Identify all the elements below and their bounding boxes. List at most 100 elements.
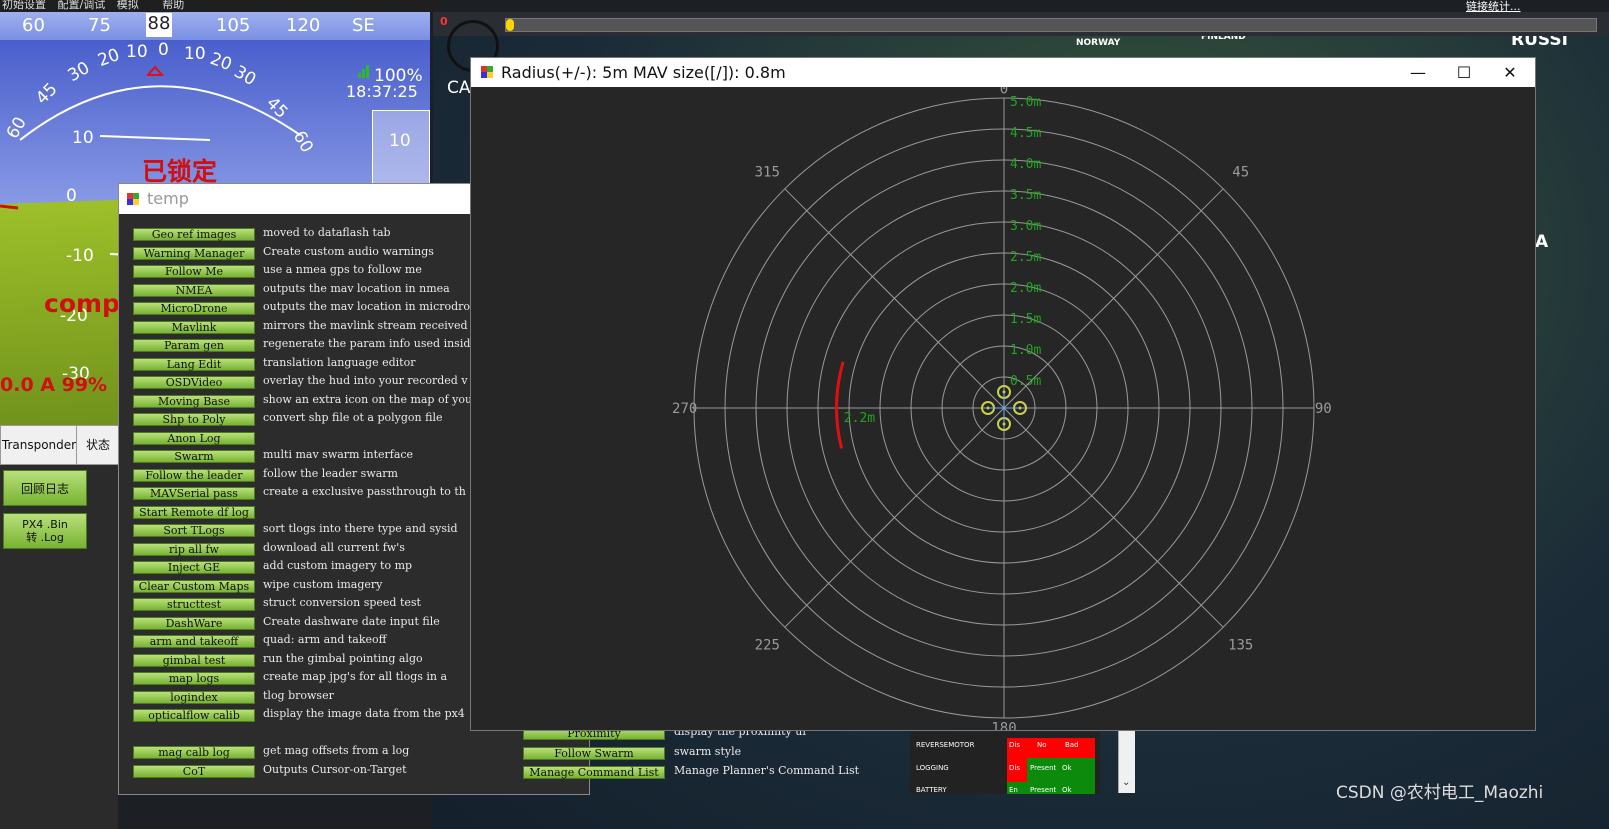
map-label-a: A <box>1535 232 1549 252</box>
menu-help[interactable]: 帮助 <box>162 0 184 11</box>
watermark: CSDN @农村电工_Maozhi <box>1336 783 1544 803</box>
range-ring-label: 4.0m <box>1010 157 1041 172</box>
px4-bin-to-log-button[interactable]: PX4 .Bin 转 .Log <box>3 513 87 549</box>
heading-tick: 120 <box>286 15 321 36</box>
bearing-label: 270 <box>672 401 697 417</box>
close-icon[interactable]: ✕ <box>1487 58 1533 87</box>
tool-button[interactable]: Mavlink <box>133 320 255 334</box>
bearing-label: 315 <box>755 164 780 180</box>
status-cell: Dis <box>1009 764 1020 772</box>
tool-button[interactable]: Warning Manager <box>133 246 255 260</box>
roll-pointer-icon <box>145 65 165 76</box>
bearing-spoke <box>784 188 1005 409</box>
roll-label: 10 <box>126 42 148 62</box>
range-ring-label: 3.5m <box>1010 188 1041 203</box>
tool-button[interactable]: map logs <box>133 672 255 685</box>
tool-button[interactable]: Swarm <box>133 450 255 463</box>
status-cell: En <box>1009 786 1018 794</box>
scroll-down-icon[interactable]: ⌄ <box>1122 777 1130 788</box>
tool-button[interactable]: Param gen <box>133 339 255 352</box>
tab-transponder[interactable]: Transponder <box>0 425 78 465</box>
roll-arc-line <box>19 85 301 141</box>
px4-button-line1: PX4 .Bin <box>22 518 68 531</box>
pitch-label: 10 <box>72 128 94 148</box>
tool-button[interactable]: Sort TLogs <box>133 524 255 537</box>
bearing-spoke <box>1003 407 1224 628</box>
comp-warning: comp <box>44 289 120 318</box>
bearing-label: 135 <box>1228 638 1253 654</box>
obstacle-arc <box>835 361 845 449</box>
bearing-label: 45 <box>1232 164 1249 180</box>
tool-button[interactable]: Follow the leader <box>133 468 255 482</box>
status-cell: No <box>1037 741 1047 749</box>
status-cell: Ok <box>1062 764 1072 772</box>
tool-button[interactable]: Geo ref images <box>133 228 255 241</box>
status-cell: Present <box>1030 786 1057 794</box>
heading-tick: 105 <box>216 15 251 36</box>
tool-button[interactable]: CoT <box>133 764 255 778</box>
vertical-scrollbar[interactable]: ⌄ <box>1118 729 1135 793</box>
tool-button[interactable]: NMEA <box>133 283 255 297</box>
range-ring-label: 2.5m <box>1010 250 1041 265</box>
tab-status[interactable]: 状态 <box>76 425 120 465</box>
status-row-name: LOGGING <box>916 764 949 772</box>
menu-simulation[interactable]: 模拟 <box>117 0 139 11</box>
zoom-slider[interactable] <box>505 18 1597 32</box>
range-ring-label: 5.0m <box>1010 95 1041 110</box>
px4-button-line2: 转 .Log <box>26 531 64 544</box>
bearing-label: 0 <box>1000 87 1008 98</box>
menu-bar: 初始设置 配置/调试 模拟 帮助 <box>0 0 440 12</box>
minimize-icon[interactable]: — <box>1395 58 1441 87</box>
radius-window-title: Radius(+/-): 5m MAV size([/]): 0.8m <box>501 63 786 82</box>
tool-button[interactable]: opticalflow calib <box>133 709 255 722</box>
range-ring-label: 4.5m <box>1010 126 1041 141</box>
range-ring-label: 1.0m <box>1010 343 1041 358</box>
tool-button[interactable]: DashWare <box>133 616 255 630</box>
status-cell-bad <box>1007 738 1095 758</box>
tool-button[interactable]: Follow Me <box>133 265 255 278</box>
tool-button[interactable]: Start Remote df log <box>133 505 255 519</box>
heading-tape: 60 75 105 120 SE 88 <box>0 12 430 40</box>
window-app-icon <box>481 66 493 78</box>
menu-config[interactable]: 配置/调试 <box>58 0 106 11</box>
tool-button[interactable]: rip all fw <box>133 542 255 556</box>
tool-button[interactable]: Moving Base <box>133 394 255 408</box>
status-cell: Ok <box>1062 786 1072 794</box>
status-cell: Bad <box>1065 741 1079 749</box>
range-ring-label: 3.0m <box>1010 219 1041 234</box>
tool-button[interactable]: Follow Swarm <box>523 746 665 760</box>
tool-button[interactable]: arm and takeoff <box>133 635 255 648</box>
tool-button[interactable]: MAVSerial pass <box>133 487 255 500</box>
status-row-name: REVERSEMOTOR <box>916 741 975 749</box>
menu-initial-setup[interactable]: 初始设置 <box>2 0 46 11</box>
zoom-slider-thumb[interactable] <box>506 19 514 31</box>
bearing-label: 180 <box>991 720 1016 730</box>
prearm-status-table: REVERSEMOTOR Dis No Bad LOGGING Dis Pres… <box>910 732 1100 794</box>
maximize-icon[interactable]: ☐ <box>1441 58 1487 87</box>
tool-button[interactable]: Shp to Poly <box>133 413 255 426</box>
horizon-marker <box>0 204 19 210</box>
pitch-line <box>99 135 211 141</box>
tool-button[interactable]: gimbal test <box>133 653 255 667</box>
radius-window-titlebar[interactable]: Radius(+/-): 5m MAV size([/]): 0.8m — ☐ … <box>471 58 1535 87</box>
range-ring-label: 2.0m <box>1010 281 1041 296</box>
tool-button[interactable]: structtest <box>133 598 255 611</box>
range-ring-label: 1.5m <box>1010 312 1041 327</box>
tool-button[interactable]: OSDVideo <box>133 376 255 389</box>
tool-description: swarm style <box>674 744 742 758</box>
tool-button[interactable]: Manage Command List <box>523 766 665 779</box>
link-stats[interactable]: 链接统计... <box>1466 0 1521 14</box>
tool-button[interactable]: Lang Edit <box>133 357 255 371</box>
tool-button[interactable]: mag calb log <box>133 746 255 759</box>
tool-button[interactable]: MicroDrone <box>133 302 255 315</box>
tool-button[interactable]: Anon Log <box>133 431 255 445</box>
heading-tick: SE <box>352 15 375 36</box>
review-log-button[interactable]: 回顾日志 <box>3 470 87 506</box>
status-cell: Present <box>1030 764 1057 772</box>
signal-icon <box>358 64 372 78</box>
tool-button[interactable]: Inject GE <box>133 561 255 574</box>
hud-clock: 18:37:25 <box>346 82 418 101</box>
tool-button[interactable]: Clear Custom Maps <box>133 579 255 593</box>
map-label-ca: CA <box>447 78 471 98</box>
tool-button[interactable]: logindex <box>133 690 255 704</box>
